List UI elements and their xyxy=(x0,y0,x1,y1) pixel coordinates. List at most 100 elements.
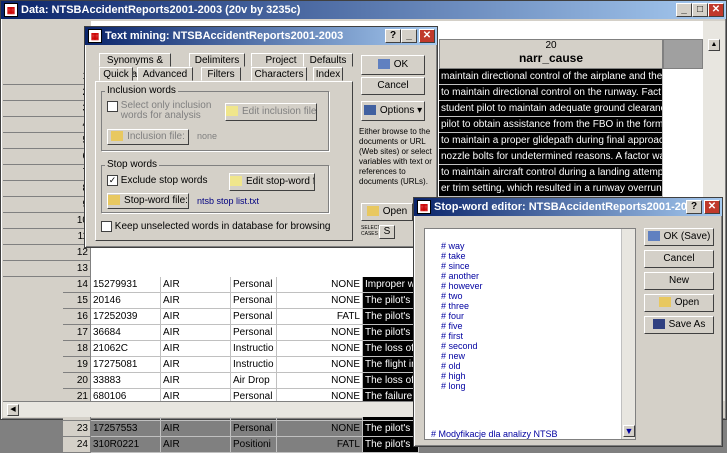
category-cell[interactable]: Instructio xyxy=(231,357,277,373)
narr-cell[interactable]: The pilot's fa xyxy=(363,325,419,341)
ok-button[interactable]: OK xyxy=(361,55,425,75)
close-icon[interactable]: ✕ xyxy=(704,200,720,214)
narr-cell[interactable]: The pilot's fa xyxy=(363,421,419,437)
id-cell[interactable]: 21062C xyxy=(91,341,161,357)
select-cases-icon[interactable]: SELECT CASES xyxy=(361,225,380,237)
narr-cell[interactable]: er trim setting, which resulted in a run… xyxy=(439,181,663,197)
injury-cell[interactable]: NONE xyxy=(277,421,363,437)
exclude-checkbox[interactable]: ✓ Exclude stop words xyxy=(107,175,208,186)
narr-cell[interactable]: The loss of c xyxy=(363,373,419,389)
tab-quick[interactable]: Quick xyxy=(99,67,133,81)
injury-cell[interactable]: NONE xyxy=(277,373,363,389)
narr-cell[interactable]: Improper wc xyxy=(363,277,419,293)
data-window-titlebar[interactable]: ▦ Data: NTSBAccidentReports2001-2003 (20… xyxy=(1,1,726,19)
stop-file-button[interactable]: Stop-word file: xyxy=(107,193,189,209)
category-cell[interactable]: Air Drop xyxy=(231,373,277,389)
type-cell[interactable]: AIR xyxy=(161,421,231,437)
narr-cell[interactable]: nozzle bolts for undetermined reasons. A… xyxy=(439,149,663,165)
injury-cell[interactable]: NONE xyxy=(277,293,363,309)
injury-cell[interactable]: NONE xyxy=(277,277,363,293)
keep-check[interactable] xyxy=(101,221,112,232)
tab-index[interactable]: Index xyxy=(313,67,343,81)
stop-word-line: # since xyxy=(441,261,470,271)
id-cell[interactable]: 36684 xyxy=(91,325,161,341)
narr-cell[interactable]: to maintain a proper glidepath during fi… xyxy=(439,133,663,149)
narr-cell[interactable]: The flight ins xyxy=(363,357,419,373)
close-icon[interactable]: ✕ xyxy=(708,3,724,17)
maximize-icon[interactable]: □ xyxy=(692,3,708,17)
tab-delimiters[interactable]: Delimiters xyxy=(189,53,245,67)
id-cell[interactable]: 17257553 xyxy=(91,421,161,437)
row-number: 6 xyxy=(3,149,91,165)
ok-save-button[interactable]: OK (Save) xyxy=(644,228,714,246)
narr-cell[interactable]: The pilot's fa xyxy=(363,309,419,325)
narr-cell[interactable]: to maintain directional control on the r… xyxy=(439,85,663,101)
type-cell[interactable]: AIR xyxy=(161,325,231,341)
narr-cell[interactable]: student pilot to maintain adequate groun… xyxy=(439,101,663,117)
category-cell[interactable]: Personal xyxy=(231,325,277,341)
type-cell[interactable]: AIR xyxy=(161,357,231,373)
scroll-left-icon[interactable]: ◀ xyxy=(7,404,19,416)
category-cell[interactable]: Personal xyxy=(231,309,277,325)
tab-filters[interactable]: Filters xyxy=(201,67,241,81)
injury-cell[interactable]: NONE xyxy=(277,325,363,341)
help-icon[interactable]: ? xyxy=(686,200,702,214)
type-cell[interactable]: AIR xyxy=(161,277,231,293)
tab-defaults[interactable]: Defaults xyxy=(303,53,353,67)
tab-synonyms[interactable]: Synonyms & phrases xyxy=(99,53,171,80)
narr-cell[interactable]: to maintain aircraft control during a la… xyxy=(439,165,663,181)
cancel-button[interactable]: Cancel xyxy=(361,77,425,95)
category-cell[interactable]: Instructio xyxy=(231,341,277,357)
exclude-check[interactable]: ✓ xyxy=(107,175,118,186)
help-icon[interactable]: ? xyxy=(385,29,401,43)
tab-project[interactable]: Project xyxy=(251,53,311,67)
select-only-check[interactable] xyxy=(107,101,118,112)
category-cell[interactable]: Personal xyxy=(231,293,277,309)
id-cell[interactable]: 17275081 xyxy=(91,357,161,373)
stop-word-textarea[interactable]: # way # take # since # another # however # tw… xyxy=(424,228,636,440)
type-cell[interactable]: AIR xyxy=(161,373,231,389)
stop-editor-titlebar[interactable]: ▦ Stop-word editor: NTSBAccidentReports2… xyxy=(414,198,722,216)
select-only-checkbox[interactable]: Select only inclusion words for analysis xyxy=(107,101,237,121)
edit-inclusion-button[interactable]: Edit inclusion file xyxy=(225,103,317,121)
scroll-up-icon[interactable]: ▲ xyxy=(708,39,720,51)
id-cell[interactable]: 17252039 xyxy=(91,309,161,325)
text-mining-titlebar[interactable]: ▦ Text mining: NTSBAccidentReports2001-2… xyxy=(85,27,437,45)
edit-icon xyxy=(230,176,242,187)
narr-cell[interactable]: pilot to obtain assistance from the FBO … xyxy=(439,117,663,133)
category-cell[interactable]: Personal xyxy=(231,421,277,437)
type-cell[interactable]: AIR xyxy=(161,341,231,357)
injury-cell[interactable]: NONE xyxy=(277,357,363,373)
narr-cell[interactable]: maintain directional control of the airp… xyxy=(439,69,663,85)
options-button[interactable]: Options ▾ xyxy=(361,101,425,121)
minimize-icon[interactable]: _ xyxy=(676,3,692,17)
keep-unselected-checkbox[interactable]: Keep unselected words in database for br… xyxy=(101,221,330,232)
category-cell[interactable]: Personal xyxy=(231,277,277,293)
save-as-button[interactable]: Save As xyxy=(644,316,714,334)
injury-cell[interactable]: NONE xyxy=(277,341,363,357)
scroll-down-icon[interactable]: ▼ xyxy=(623,425,635,437)
tab-characters[interactable]: Characters xyxy=(251,67,307,81)
stop-cancel-button[interactable]: Cancel xyxy=(644,250,714,268)
type-cell[interactable]: AIR xyxy=(161,309,231,325)
column-header[interactable]: 20 narr_cause xyxy=(439,39,663,69)
tab-advanced[interactable]: Advanced xyxy=(137,67,193,81)
edit-stop-button[interactable]: Edit stop-word file xyxy=(229,173,315,191)
stop-editor-title: Stop-word editor: NTSBAccidentReports200… xyxy=(434,201,700,213)
inclusion-file-button[interactable]: Inclusion file: xyxy=(107,129,189,145)
new-button[interactable]: New xyxy=(644,272,714,290)
narr-cell[interactable]: The loss of c xyxy=(363,341,419,357)
injury-cell[interactable]: FATL xyxy=(277,309,363,325)
open-button[interactable]: Open xyxy=(361,203,413,221)
id-cell[interactable]: 15279931 xyxy=(91,277,161,293)
close-icon[interactable]: ✕ xyxy=(419,29,435,43)
id-cell[interactable]: 33883 xyxy=(91,373,161,389)
id-cell[interactable]: 20146 xyxy=(91,293,161,309)
type-cell[interactable]: AIR xyxy=(161,293,231,309)
narr-cell[interactable]: The pilot's fa xyxy=(363,293,419,309)
stop-open-button[interactable]: Open xyxy=(644,294,714,312)
s-button[interactable]: S xyxy=(379,225,395,239)
row-number: 10 xyxy=(3,213,91,229)
minimize-icon[interactable]: _ xyxy=(401,29,417,43)
stop-list-scrollbar[interactable]: ▼ xyxy=(621,229,635,439)
